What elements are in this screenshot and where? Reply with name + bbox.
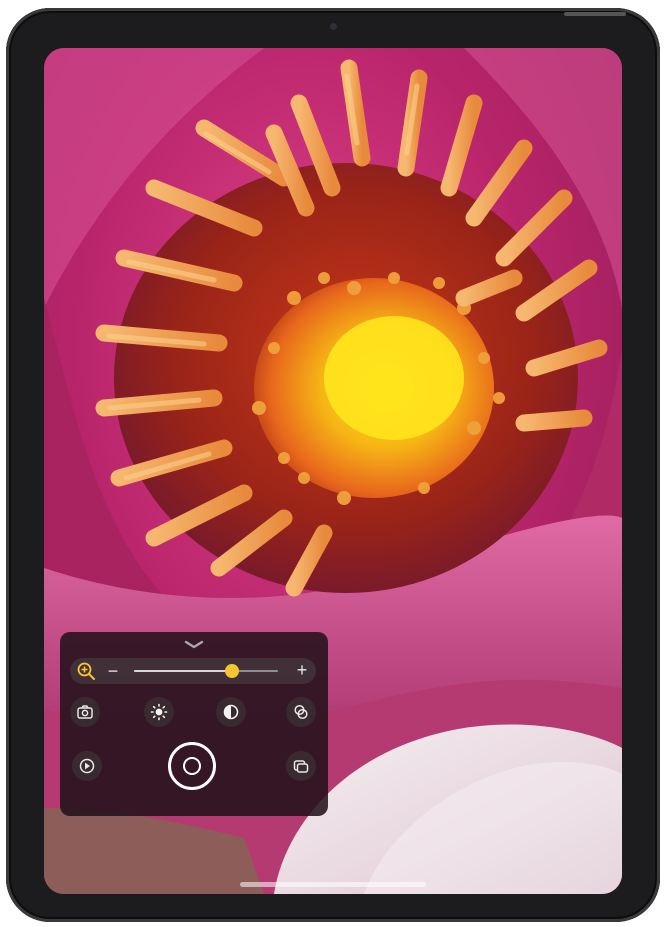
zoom-slider-fill [134,670,232,672]
ipad-frame: − + [6,8,660,922]
contrast-icon [223,704,239,720]
chevron-down-icon[interactable] [182,640,206,650]
camera-button[interactable] [70,697,100,727]
multi-window-button[interactable] [286,751,316,781]
magnifier-control-panel: − + [60,632,328,816]
home-indicator[interactable] [240,882,426,887]
zoom-out-button[interactable]: − [106,660,120,682]
multi-window-icon [293,760,309,773]
zoom-slider-thumb[interactable] [224,664,239,678]
top-button [564,12,626,16]
zoom-slider[interactable] [134,664,278,678]
shutter-inner-ring [183,757,201,775]
zoom-control: − + [70,658,316,684]
brightness-icon [150,703,168,721]
zoom-in-button[interactable]: + [294,659,310,681]
camera-icon [77,705,93,719]
magnifier-screen: − + [44,48,622,894]
filters-icon [294,704,308,720]
flashlight-button[interactable] [72,751,102,781]
flashlight-icon [79,758,95,774]
brightness-button[interactable] [144,697,174,727]
zoom-icon[interactable] [76,661,96,681]
shutter-button[interactable] [168,742,216,790]
filters-button[interactable] [286,697,316,727]
front-camera [330,23,337,30]
contrast-button[interactable] [216,697,246,727]
